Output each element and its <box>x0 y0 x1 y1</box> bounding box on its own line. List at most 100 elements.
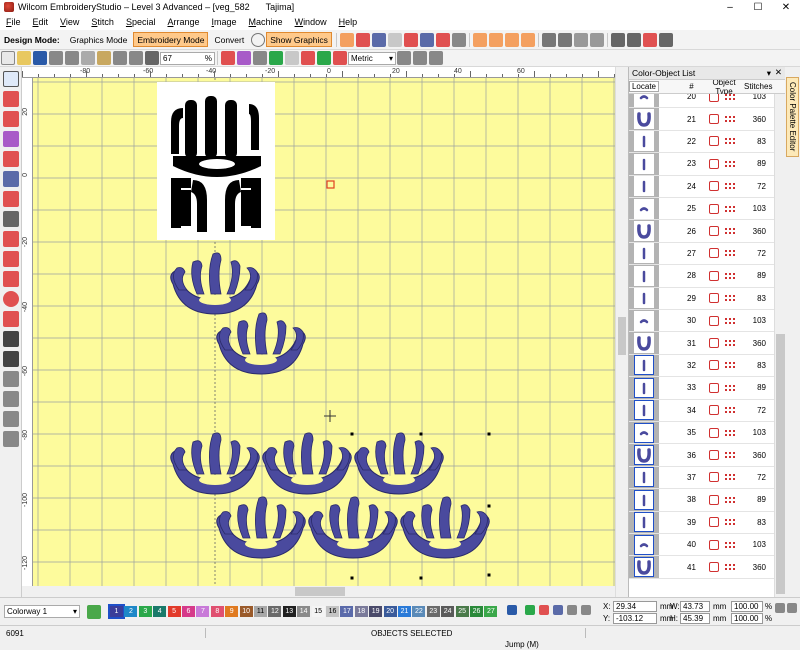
grid-icon[interactable] <box>253 51 267 65</box>
hoop-icon[interactable] <box>333 51 347 65</box>
save-icon[interactable] <box>33 51 47 65</box>
list-item[interactable]: 25 103 <box>629 198 774 221</box>
stitch-effect-icon[interactable] <box>2 431 19 447</box>
cut-icon[interactable] <box>65 51 79 65</box>
object-thumbnail[interactable] <box>634 400 654 421</box>
object-thumbnail[interactable] <box>634 288 654 309</box>
layout-icon[interactable] <box>610 32 625 47</box>
list-item[interactable]: 32 83 <box>629 354 774 378</box>
undo-icon[interactable] <box>113 51 127 65</box>
digitize-icon[interactable] <box>2 191 19 207</box>
open-folder-icon[interactable] <box>17 51 31 65</box>
embroidery-mode-button[interactable]: Embroidery Mode <box>133 32 209 47</box>
scale-height-input[interactable]: 100.00 <box>731 613 763 624</box>
color-swatch[interactable]: 21 <box>398 606 411 617</box>
color-swatch[interactable]: 25 <box>455 606 469 617</box>
list-item[interactable]: 22 83 <box>629 130 774 154</box>
texture-icon[interactable] <box>589 32 604 47</box>
maximize-button[interactable]: ☐ <box>744 0 772 14</box>
vertical-scroll-thumb[interactable] <box>618 317 626 355</box>
artwork-icon[interactable] <box>573 32 588 47</box>
shape-icon[interactable] <box>2 371 19 387</box>
remove-color-icon[interactable] <box>539 605 549 615</box>
apply-icon[interactable] <box>787 603 797 613</box>
horizontal-scroll-thumb[interactable] <box>295 587 345 596</box>
object-icon[interactable] <box>237 51 251 65</box>
travel-icon[interactable] <box>317 51 331 65</box>
height-input[interactable]: 45.39 <box>680 613 710 624</box>
object-thumbnail[interactable] <box>634 489 654 510</box>
grid-view-icon[interactable] <box>339 32 354 47</box>
object-thumbnail[interactable] <box>634 512 654 533</box>
color-swatch[interactable]: 18 <box>354 606 368 617</box>
object-thumbnail[interactable] <box>634 534 654 555</box>
list-item[interactable]: 29 83 <box>629 287 774 310</box>
list-item[interactable]: 20 103 <box>629 94 774 109</box>
color-swatch[interactable]: 16 <box>326 606 339 617</box>
stitch-display-icon[interactable] <box>221 51 235 65</box>
color-swatch[interactable]: 11 <box>254 606 267 617</box>
list-item[interactable]: 40 103 <box>629 534 774 557</box>
color-sort-icon[interactable] <box>553 605 563 615</box>
scale-width-input[interactable]: 100.00 <box>731 601 763 612</box>
color-swatch[interactable]: 22 <box>412 606 426 617</box>
show-graphics-button[interactable]: Show Graphics <box>266 32 332 47</box>
show-stitches-icon[interactable] <box>472 32 487 47</box>
layout-icon[interactable] <box>658 32 673 47</box>
circle-tool-icon[interactable] <box>2 291 19 307</box>
list-item[interactable]: 24 72 <box>629 175 774 198</box>
zoom-combo[interactable]: 67% <box>160 51 215 65</box>
minimize-button[interactable]: – <box>716 0 744 14</box>
panel-scroll-thumb[interactable] <box>776 334 785 594</box>
show-outlines-icon[interactable] <box>488 32 503 47</box>
list-item[interactable]: 34 72 <box>629 399 774 422</box>
color-swatch[interactable]: 14 <box>297 606 311 617</box>
menu-image[interactable]: Image <box>206 17 243 27</box>
pattern-icon[interactable] <box>371 32 386 47</box>
list-item[interactable]: 31 360 <box>629 332 774 355</box>
object-thumbnail[interactable] <box>634 557 654 578</box>
horizontal-scrollbar[interactable] <box>33 586 615 597</box>
color-swatch[interactable]: 15 <box>311 606 325 617</box>
redo-icon[interactable] <box>129 51 143 65</box>
copy-icon[interactable] <box>81 51 95 65</box>
paste-icon[interactable] <box>97 51 111 65</box>
list-item[interactable]: 28 89 <box>629 265 774 288</box>
line-tool-icon[interactable] <box>2 251 19 267</box>
object-thumbnail[interactable] <box>634 333 654 354</box>
measure-icon[interactable] <box>285 51 299 65</box>
color-swatch[interactable]: 10 <box>239 606 253 617</box>
color-swatch[interactable]: 12 <box>268 606 282 617</box>
options-icon[interactable] <box>429 51 443 65</box>
settings-icon[interactable] <box>397 51 411 65</box>
list-item[interactable]: 27 72 <box>629 242 774 266</box>
satin-icon[interactable] <box>435 32 450 47</box>
list-item[interactable]: 23 89 <box>629 153 774 176</box>
close-icon[interactable]: ✕ <box>775 67 782 78</box>
color-palette-editor-tab[interactable]: Color Palette Editor <box>786 77 799 157</box>
color-swatch[interactable]: 27 <box>484 606 498 617</box>
object-thumbnail[interactable] <box>634 243 654 264</box>
col-number[interactable]: # <box>679 82 704 91</box>
color-swatch[interactable]: 5 <box>167 606 181 617</box>
color-swatch[interactable]: 3 <box>138 606 152 617</box>
tatami-icon[interactable] <box>451 32 466 47</box>
lettering-icon[interactable] <box>2 331 19 347</box>
object-thumbnail[interactable] <box>634 176 654 197</box>
menu-special[interactable]: Special <box>120 17 162 27</box>
stitch-type-icon[interactable] <box>355 32 370 47</box>
object-thumbnail[interactable] <box>634 198 654 219</box>
list-item[interactable]: 41 360 <box>629 556 774 579</box>
outline-icon[interactable] <box>2 211 19 227</box>
color-film-icon[interactable] <box>642 32 657 47</box>
list-item[interactable]: 30 103 <box>629 310 774 333</box>
col-stitches[interactable]: Stitches <box>744 82 774 91</box>
x-input[interactable]: 29.34 <box>613 601 657 612</box>
show-needle-points-icon[interactable] <box>520 32 535 47</box>
menu-file[interactable]: File <box>0 17 27 27</box>
pin-icon[interactable]: ▾ <box>767 68 771 79</box>
fill-icon[interactable] <box>403 32 418 47</box>
palette-icon[interactable] <box>87 605 101 619</box>
effects-icon[interactable] <box>419 32 434 47</box>
list-item[interactable]: 26 360 <box>629 220 774 243</box>
